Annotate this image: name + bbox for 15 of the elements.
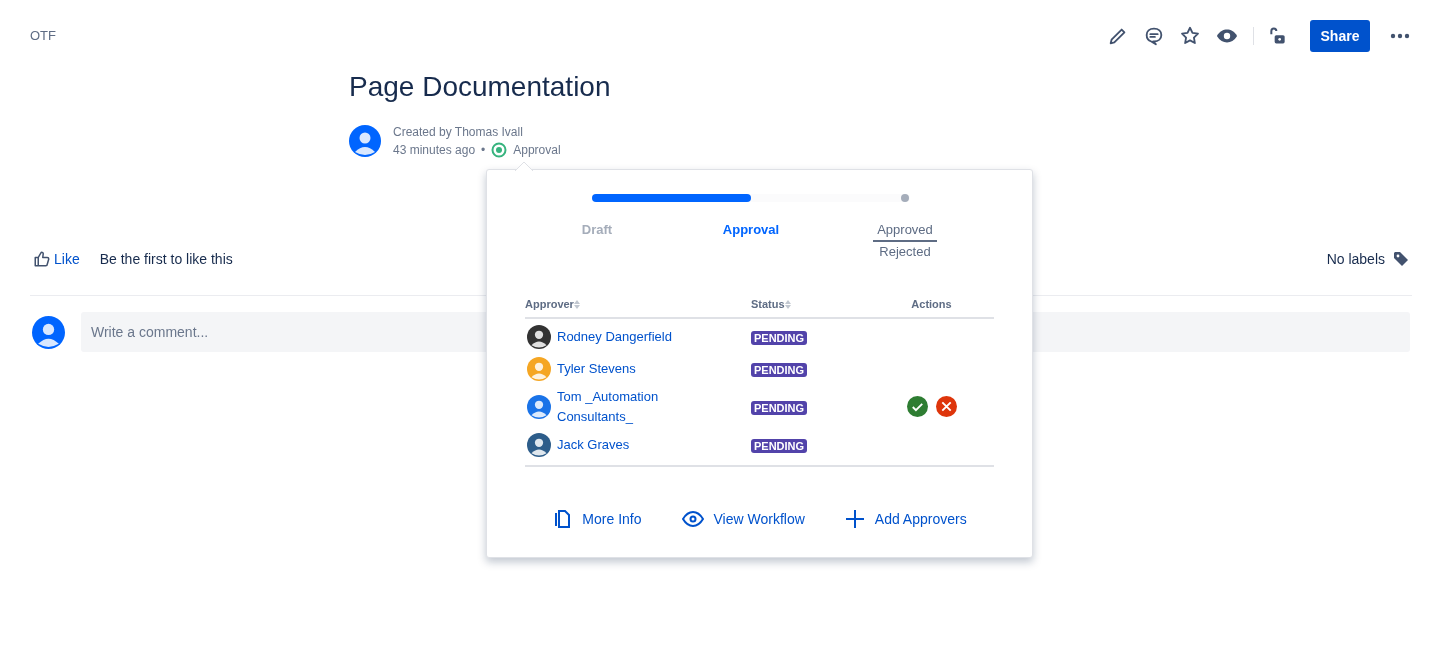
- column-header: Actions: [911, 297, 952, 312]
- status-lozenge: PENDING: [751, 330, 808, 345]
- status-lozenge: PENDING: [751, 438, 808, 453]
- created-by: Created by Thomas Ivall: [393, 124, 524, 141]
- workflow-step-label: Approval: [721, 221, 781, 239]
- like-text: Be the first to like this: [99, 249, 233, 269]
- status-lozenge: PENDING: [751, 362, 808, 377]
- separator-dot: •: [481, 142, 486, 159]
- page-title: Page Documentation: [349, 70, 612, 104]
- workflow-step-label: Approved: [873, 220, 937, 242]
- workflow-step-label: Rejected: [878, 243, 932, 261]
- workflow-step-label: Draft: [580, 221, 614, 239]
- status-lozenge: PENDING: [751, 400, 808, 415]
- labels-text: No labels: [1326, 249, 1385, 269]
- timestamp: 43 minutes ago: [393, 142, 476, 159]
